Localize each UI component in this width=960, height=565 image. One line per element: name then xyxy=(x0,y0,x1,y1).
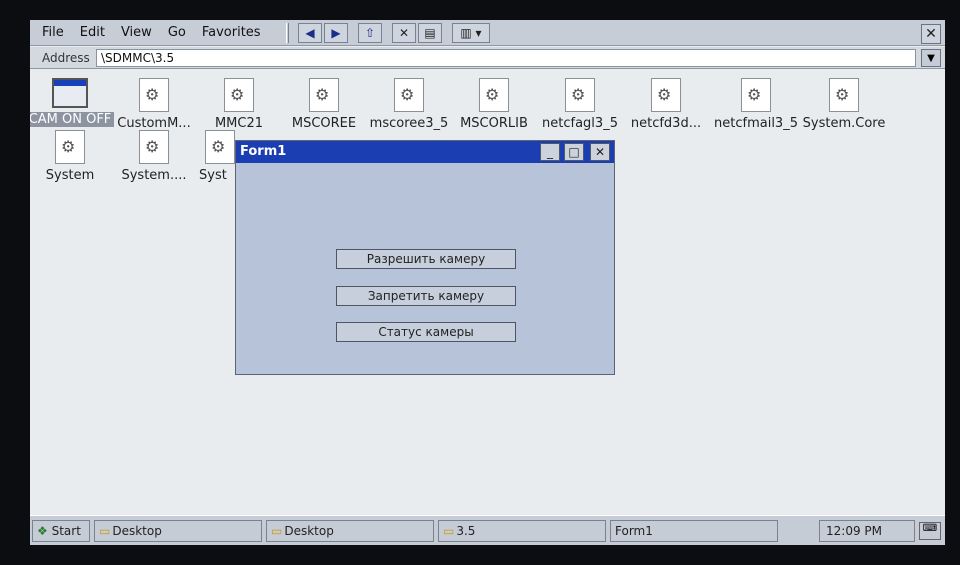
folder-icon: ▭ xyxy=(99,524,111,538)
dll-file-icon xyxy=(139,130,169,164)
file-item[interactable]: MMC21 xyxy=(195,78,283,131)
file-item[interactable]: System.Core xyxy=(794,78,894,131)
file-item[interactable]: CustomM... xyxy=(110,78,198,131)
menu-view[interactable]: View xyxy=(113,24,160,41)
folder-up-button[interactable]: ⇧ xyxy=(358,23,382,43)
forward-arrow-icon: ▶ xyxy=(331,26,341,40)
menu-file[interactable]: File xyxy=(34,24,72,41)
file-item[interactable]: MSCOREE xyxy=(280,78,368,131)
dll-file-icon xyxy=(309,78,339,112)
menu-go[interactable]: Go xyxy=(160,24,194,41)
file-label: MMC21 xyxy=(214,116,264,131)
taskbar-item-label: 3.5 xyxy=(456,524,476,538)
form1-title-bar[interactable]: Form1 _ □ ✕ xyxy=(236,141,614,163)
file-label: mscoree3_5 xyxy=(369,116,449,131)
file-label: MSCOREE xyxy=(291,116,357,131)
file-label: netcfagl3_5 xyxy=(542,116,618,131)
camera-status-button[interactable]: Статус камеры xyxy=(336,322,516,342)
dll-file-icon xyxy=(55,130,85,164)
file-label: System xyxy=(45,168,95,183)
disable-camera-button[interactable]: Запретить камеру xyxy=(336,286,516,306)
file-item[interactable]: netcfmail3_5 xyxy=(706,78,806,131)
back-arrow-icon: ◀ xyxy=(305,26,315,40)
dll-file-icon xyxy=(205,130,235,164)
file-label: Syst xyxy=(199,168,227,183)
toolbar-separator xyxy=(286,23,289,43)
keyboard-icon[interactable]: ⌨ xyxy=(919,522,941,540)
properties-button[interactable]: ▤ xyxy=(418,23,442,43)
explorer-close-button[interactable]: ✕ xyxy=(921,24,941,44)
start-label: Start xyxy=(51,524,81,538)
dll-file-icon xyxy=(139,78,169,112)
dll-file-icon xyxy=(651,78,681,112)
dll-file-icon xyxy=(565,78,595,112)
delete-x-icon: ✕ xyxy=(398,26,410,40)
application-icon xyxy=(52,78,88,108)
system-tray: 12:09 PM xyxy=(819,520,915,542)
taskbar-item-label: Form1 xyxy=(615,524,653,538)
file-item[interactable]: mscoree3_5 xyxy=(365,78,453,131)
taskbar-item-label: Desktop xyxy=(284,524,334,538)
file-item[interactable]: netcfd3d... xyxy=(622,78,710,131)
form1-window: Form1 _ □ ✕ Разрешить камеру Запретить к… xyxy=(235,140,615,375)
folder-up-icon: ⇧ xyxy=(364,26,376,40)
dll-file-icon xyxy=(479,78,509,112)
dll-file-icon xyxy=(829,78,859,112)
dll-file-icon xyxy=(394,78,424,112)
file-item[interactable]: Syst xyxy=(185,130,235,183)
dll-file-icon xyxy=(224,78,254,112)
menu-toolbar-bar: File Edit View Go Favorites ◀ ▶ ⇧ ✕ ▤ ▥ … xyxy=(30,20,945,46)
address-dropdown-button[interactable]: ▼ xyxy=(921,49,941,67)
file-item[interactable]: CAM ON OFF xyxy=(30,78,114,127)
file-item[interactable]: System xyxy=(30,130,114,183)
folder-icon: ▭ xyxy=(271,524,283,538)
forward-button[interactable]: ▶ xyxy=(324,23,348,43)
file-label: netcfmail3_5 xyxy=(714,116,798,131)
desktop-screen: File Edit View Go Favorites ◀ ▶ ⇧ ✕ ▤ ▥ … xyxy=(30,20,945,545)
taskbar-item[interactable]: ▭ Desktop xyxy=(266,520,434,542)
views-button[interactable]: ▥ ▾ xyxy=(452,23,490,43)
folder-icon: ▭ xyxy=(443,524,455,538)
maximize-button[interactable]: □ xyxy=(564,143,584,161)
file-item[interactable]: netcfagl3_5 xyxy=(536,78,624,131)
file-label: netcfd3d... xyxy=(630,116,702,131)
file-label: CustomM... xyxy=(117,116,191,131)
menu-bar: File Edit View Go Favorites xyxy=(34,24,269,41)
properties-icon: ▤ xyxy=(424,26,436,40)
view-menu-icon: ▥ ▾ xyxy=(460,26,482,40)
taskbar-item-active[interactable]: Form1 xyxy=(610,520,778,542)
windows-logo-icon: ❖ xyxy=(37,524,48,538)
taskbar: ❖ Start ▭ Desktop ▭ Desktop ▭ 3.5 Form1 12:… xyxy=(30,515,945,545)
minimize-button[interactable]: _ xyxy=(540,143,560,161)
address-input[interactable]: \SDMMC\3.5 xyxy=(96,49,916,67)
address-bar: Address \SDMMC\3.5 ▼ xyxy=(30,47,945,69)
taskbar-item[interactable]: ▭ 3.5 xyxy=(438,520,606,542)
chevron-down-icon: ▼ xyxy=(927,52,935,64)
close-button[interactable]: ✕ xyxy=(590,143,610,161)
file-label: MSCORLIB xyxy=(460,116,528,131)
start-button[interactable]: ❖ Start xyxy=(32,520,90,542)
file-label: System.Core xyxy=(802,116,886,131)
address-label: Address xyxy=(42,51,90,65)
taskbar-item[interactable]: ▭ Desktop xyxy=(94,520,262,542)
taskbar-item-label: Desktop xyxy=(112,524,162,538)
file-label: CAM ON OFF xyxy=(30,112,114,127)
dll-file-icon xyxy=(741,78,771,112)
menu-favorites[interactable]: Favorites xyxy=(194,24,269,41)
form1-title: Form1 xyxy=(240,144,287,159)
clock: 12:09 PM xyxy=(826,524,882,538)
delete-button[interactable]: ✕ xyxy=(392,23,416,43)
menu-edit[interactable]: Edit xyxy=(72,24,113,41)
enable-camera-button[interactable]: Разрешить камеру xyxy=(336,249,516,269)
back-button[interactable]: ◀ xyxy=(298,23,322,43)
file-item[interactable]: MSCORLIB xyxy=(450,78,538,131)
